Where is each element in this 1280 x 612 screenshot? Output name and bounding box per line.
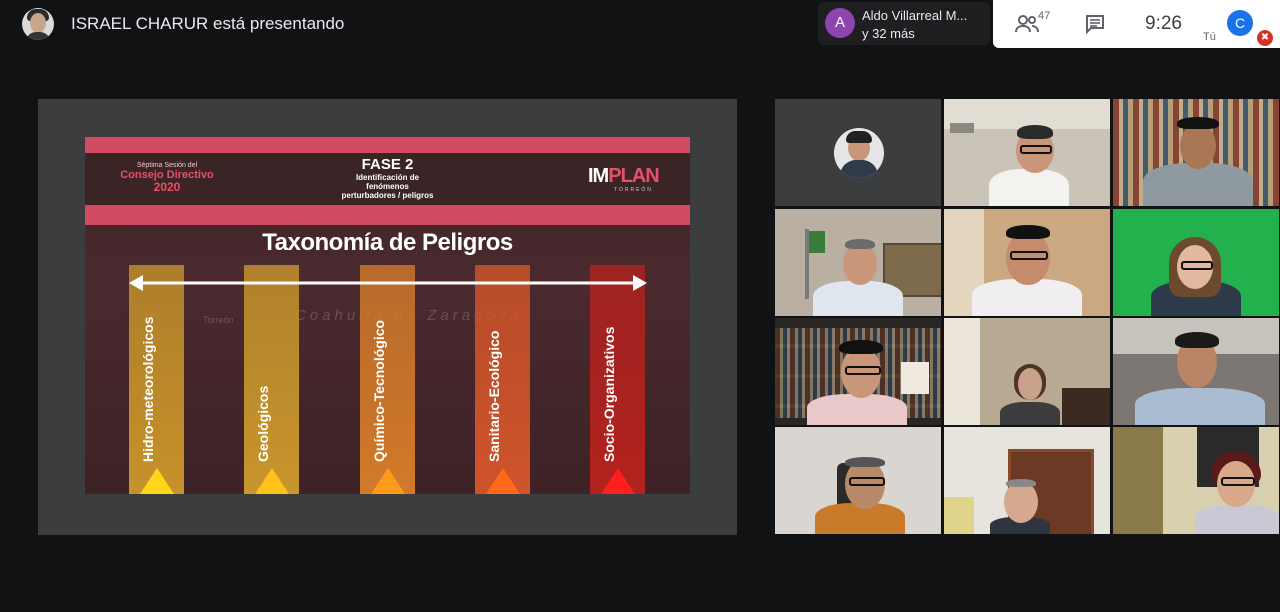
hazard-column: Sanitario-Ecológico [475, 265, 530, 494]
speaker-avatar: A [825, 8, 855, 38]
participant-tile[interactable] [775, 99, 941, 206]
hazard-label: Socio-Organizativos [601, 326, 617, 462]
map-city-label: Torreón [203, 315, 234, 325]
top-bar: ISRAEL CHARUR está presentando A Aldo Vi… [0, 0, 1280, 48]
participant-tile[interactable] [944, 427, 1110, 534]
active-speaker-chip[interactable]: A Aldo Villarreal M... y 32 más [818, 2, 990, 45]
participant-gallery [775, 99, 1280, 535]
warning-triangle-icon [255, 468, 289, 494]
self-label: Tú [1203, 31, 1216, 43]
hazard-label: Sanitario-Ecológico [486, 330, 502, 462]
participant-tile[interactable] [775, 427, 941, 534]
warning-triangle-icon [486, 468, 520, 494]
warning-triangle-icon [601, 468, 635, 494]
hazard-column: Hidro-meteorológicos [129, 265, 184, 494]
presenter-status: ISRAEL CHARUR está presentando [71, 14, 345, 33]
double-arrow-icon [129, 275, 647, 291]
self-avatar[interactable]: C [1227, 10, 1253, 36]
chat-icon[interactable] [1085, 14, 1105, 34]
participant-tile[interactable] [944, 318, 1110, 425]
hazard-column: Químico-Tecnológico [360, 265, 415, 494]
hazard-label: Geológicos [255, 385, 271, 462]
speaker-name: Aldo Villarreal M... [862, 8, 968, 23]
participant-tile[interactable] [775, 318, 941, 425]
participant-tile[interactable] [944, 209, 1110, 316]
participant-tile[interactable] [1113, 427, 1279, 534]
presenter-avatar [22, 8, 54, 40]
presentation-slide: Séptima Sesión del Consejo Directivo 202… [85, 137, 690, 494]
session-label: Séptima Sesión del Consejo Directivo 202… [120, 162, 214, 194]
speaker-more: y 32 más [862, 26, 915, 41]
warning-triangle-icon [140, 468, 174, 494]
phase-label: FASE 2 Identificación de fenómenos pertu… [341, 156, 434, 201]
hazard-column: Geológicos [244, 265, 299, 494]
warning-triangle-icon [371, 468, 405, 494]
participant-tile[interactable] [1113, 99, 1279, 206]
participant-tile[interactable] [1113, 318, 1279, 425]
hazard-label: Químico-Tecnológico [371, 319, 387, 462]
hazard-column: Socio-Organizativos [590, 265, 645, 494]
participant-avatar [834, 128, 884, 178]
mic-off-icon: ✖ [1257, 30, 1273, 46]
hazard-label: Hidro-meteorológicos [140, 316, 156, 462]
participant-tile[interactable] [775, 209, 941, 316]
people-icon[interactable] [1015, 14, 1039, 34]
clock: 9:26 [1145, 13, 1182, 34]
participant-tile[interactable] [1113, 209, 1279, 316]
participant-tile[interactable] [944, 99, 1110, 206]
meeting-controls: 47 9:26 C Tú ✖ [993, 0, 1280, 48]
implan-logo: IMPLAN TORREÓN [588, 165, 660, 193]
participants-count: 47 [1038, 10, 1051, 22]
slide-title: Taxonomía de Peligros [262, 229, 513, 256]
